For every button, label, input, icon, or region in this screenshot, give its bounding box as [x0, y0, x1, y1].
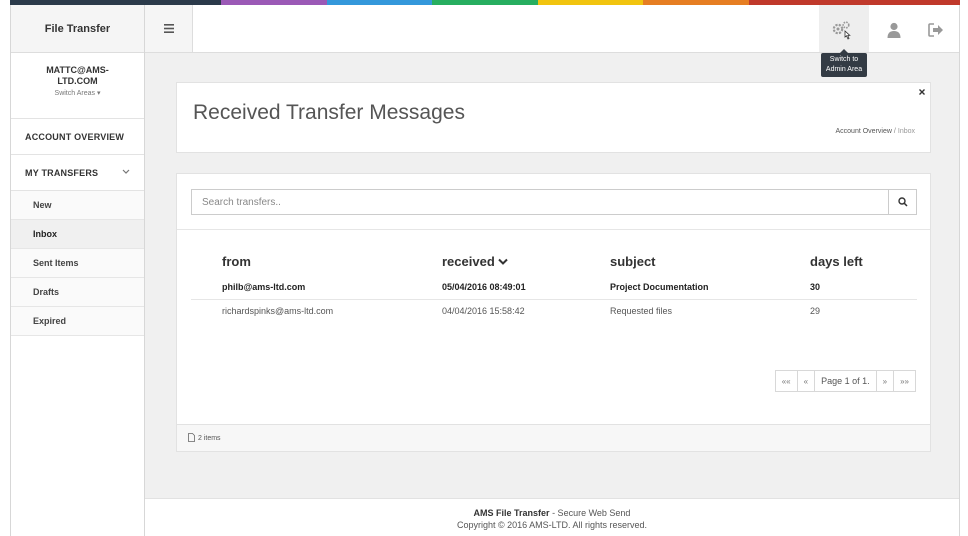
user-icon[interactable] [883, 19, 905, 41]
footer-line: AMS File Transfer - Secure Web Send [145, 507, 959, 519]
cell-days-left: 30 [779, 276, 917, 300]
pager-last-button[interactable]: »» [893, 370, 916, 392]
column-header-received[interactable]: received [411, 246, 579, 276]
search-input[interactable] [192, 190, 888, 214]
app-frame: File Transfer MATTC@AMS-LTD.COM Switch A… [10, 5, 960, 536]
search-group [191, 189, 917, 215]
cell-received: 04/04/2016 15:58:42 [442, 305, 525, 316]
brand[interactable]: File Transfer [11, 5, 144, 53]
cell-subject: Requested files [610, 305, 673, 316]
items-count: 2 items [198, 434, 221, 442]
sort-desc-icon [498, 258, 508, 269]
nav-my-transfers[interactable]: MY TRANSFERS [11, 155, 144, 191]
page-header: Received Transfer Messages Account Overv… [176, 82, 931, 153]
nav-my-transfers-label: MY TRANSFERS [25, 167, 99, 178]
sidebar-item-drafts[interactable]: Drafts [11, 278, 144, 307]
column-header-subject[interactable]: subject [579, 246, 779, 276]
footer-copyright: Copyright © 2016 AMS-LTD. All rights res… [456, 520, 648, 530]
cell-subject: Project Documentation [579, 276, 779, 300]
pager-info: Page 1 of 1. [814, 370, 877, 392]
table-row[interactable]: philb@ams-ltd.com 05/04/2016 08:49:01 Pr… [191, 276, 917, 300]
pager-first-button[interactable]: «« [774, 370, 798, 392]
pagination: «« « Page 1 of 1. » »» [774, 370, 916, 392]
sidebar-item-inbox[interactable]: Inbox [11, 220, 144, 249]
pager-prev-button[interactable]: « [796, 370, 816, 392]
page-title: Received Transfer Messages [193, 101, 465, 124]
cell-from: richardspinks@ams-ltd.com [222, 305, 334, 316]
table-header-row: from received subject days left [191, 246, 917, 276]
user-block: MATTC@AMS-LTD.COM Switch Areas ▾ [11, 53, 144, 119]
topbar: Switch to Admin Area [145, 5, 959, 77]
sidebar-item-expired[interactable]: Expired [11, 307, 144, 336]
transfers-table: from received subject days left philb@am… [191, 246, 917, 322]
admin-tooltip: Switch to Admin Area [821, 49, 867, 77]
column-header-from[interactable]: from [191, 246, 411, 276]
footer-brand: AMS File Transfer [473, 508, 550, 518]
divider [177, 229, 930, 230]
sidebar-item-new[interactable]: New [11, 191, 144, 220]
nav-account-overview[interactable]: ACCOUNT OVERVIEW [11, 119, 144, 155]
close-icon[interactable] [919, 87, 925, 97]
cell-days-left: 29 [810, 305, 821, 316]
footer-tagline: - Secure Web Send [549, 508, 631, 518]
logout-icon[interactable] [925, 19, 947, 41]
transfers-panel: from received subject days left philb@am… [176, 173, 931, 425]
breadcrumb: Account Overview / Inbox [836, 128, 916, 135]
pager-next-button[interactable]: » [875, 370, 895, 392]
main-content: Received Transfer Messages Account Overv… [145, 53, 959, 536]
panel-footer: 2 items [176, 425, 931, 452]
column-header-days-left[interactable]: days left [779, 246, 917, 276]
user-name: MATTC@AMS-LTD.COM [46, 65, 109, 86]
switch-areas-dropdown[interactable]: Switch Areas ▾ [11, 89, 144, 97]
sidebar: File Transfer MATTC@AMS-LTD.COM Switch A… [11, 5, 145, 536]
breadcrumb-current: Inbox [897, 128, 915, 135]
hamburger-icon[interactable] [145, 5, 193, 52]
breadcrumb-account-overview[interactable]: Account Overview [836, 128, 892, 135]
breadcrumb-separator: / [893, 128, 896, 135]
footer: AMS File Transfer - Secure Web Send Copy… [145, 498, 959, 536]
gear-icon[interactable] [831, 19, 853, 41]
document-icon [188, 432, 195, 444]
column-header-received-label: received [442, 253, 495, 269]
search-button[interactable] [888, 190, 916, 214]
table-row[interactable]: richardspinks@ams-ltd.com 04/04/2016 15:… [191, 299, 917, 322]
cell-received: 05/04/2016 08:49:01 [411, 276, 579, 300]
cell-from: philb@ams-ltd.com [191, 276, 411, 300]
chevron-down-icon [122, 168, 130, 177]
sidebar-item-sent-items[interactable]: Sent Items [11, 249, 144, 278]
search-icon [897, 197, 908, 207]
